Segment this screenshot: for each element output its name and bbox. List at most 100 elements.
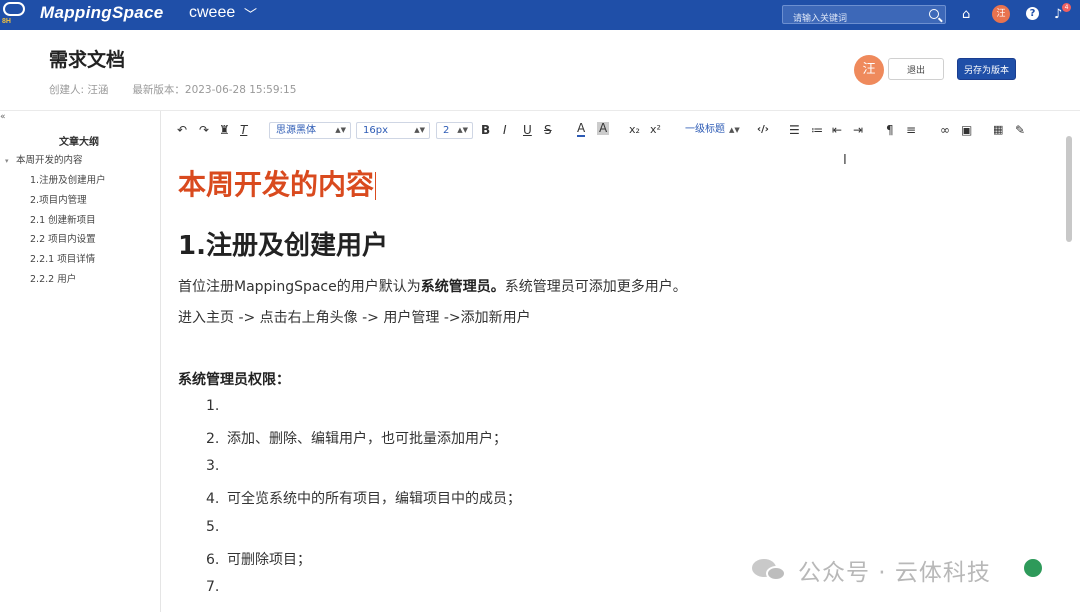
- ordered-list-icon[interactable]: ☰: [789, 122, 800, 138]
- superscript-icon[interactable]: x²: [650, 122, 661, 138]
- section-heading[interactable]: 1.注册及创建用户: [178, 225, 388, 262]
- list-item[interactable]: 4. 可全览系统中的所有项目，编辑项目中的成员；: [206, 488, 521, 508]
- search-icon[interactable]: [929, 9, 939, 19]
- font-family-value: 思源黑体: [276, 125, 316, 136]
- list-number: 4.: [206, 491, 220, 507]
- list-item[interactable]: 3.: [206, 458, 227, 474]
- chevron-down-icon[interactable]: ﹀: [244, 4, 257, 23]
- italic-icon[interactable]: I: [503, 122, 507, 138]
- exit-button[interactable]: 退出: [888, 58, 944, 80]
- search-input[interactable]: [783, 10, 923, 28]
- link-icon[interactable]: ∞: [940, 122, 950, 138]
- text-caret: [375, 172, 377, 200]
- title-heading-text: 本周开发的内容: [178, 168, 375, 201]
- editor-scrollbar[interactable]: [1066, 136, 1072, 242]
- header-divider: [0, 110, 1080, 111]
- outline-title: 文章大纲: [59, 137, 99, 148]
- clean-icon[interactable]: ✎: [1015, 122, 1025, 138]
- page-title: 需求文档: [49, 49, 126, 71]
- permission-title[interactable]: 系统管理员权限：: [178, 369, 290, 389]
- list-number: 3.: [206, 458, 220, 474]
- line-height-select[interactable]: 2 ▲▼: [436, 122, 473, 139]
- code-icon[interactable]: ‹/›: [757, 122, 769, 138]
- list-number: 5.: [206, 519, 220, 535]
- ibeam-cursor-icon: Ⅰ: [843, 153, 847, 168]
- list-number: 1.: [206, 398, 220, 414]
- paragraph[interactable]: 首位注册MappingSpace的用户默认为系统管理员。系统管理员可添加更多用户…: [178, 276, 687, 296]
- top-navbar: 8H MappingSpace cweee ﹀ ⌂ 汪 ? ♪ 4: [0, 0, 1080, 30]
- underline-icon[interactable]: U: [523, 122, 532, 138]
- format-painter-icon[interactable]: ♜: [219, 122, 230, 138]
- bell-icon[interactable]: ♪: [1054, 7, 1062, 23]
- list-text: 可全览系统中的所有项目，编辑项目中的成员；: [227, 491, 521, 507]
- bold-icon[interactable]: B: [481, 122, 490, 138]
- paragraph-text: 首位注册MappingSpace的用户默认为: [178, 279, 421, 295]
- list-number: 6.: [206, 552, 220, 568]
- outline-item[interactable]: 2.2.2 用户: [30, 272, 76, 288]
- table-icon[interactable]: ▦: [993, 122, 1003, 138]
- collapse-sidebar-icon[interactable]: «: [0, 112, 6, 122]
- select-arrow-icon: ▲▼: [729, 126, 740, 134]
- creator-label: 创建人: 汪涵: [49, 84, 109, 96]
- badge-icon: [1022, 557, 1044, 579]
- align-icon[interactable]: ≡: [906, 122, 916, 138]
- list-item[interactable]: 5.: [206, 519, 227, 535]
- project-switcher[interactable]: cweee: [189, 4, 235, 22]
- doc-meta: 创建人: 汪涵 最新版本：2023-06-28 15:59:15: [49, 82, 296, 97]
- list-text: 添加、删除、编辑用户，也可批量添加用户；: [227, 431, 507, 447]
- outline-item[interactable]: 1.注册及创建用户: [30, 173, 106, 189]
- editor-toolbar: ↶ ↷ ♜ T 思源黑体 ▲▼ 16px ▲▼ 2 ▲▼ B I U S A A…: [161, 117, 1080, 143]
- list-text: 可删除项目；: [227, 552, 311, 568]
- save-as-version-button[interactable]: 另存为版本: [957, 58, 1016, 80]
- wechat-icon: [750, 555, 790, 583]
- logo-text[interactable]: MappingSpace: [40, 3, 164, 23]
- logo-icon[interactable]: 8H: [0, 0, 30, 30]
- help-icon[interactable]: ?: [1026, 7, 1039, 20]
- outline-item[interactable]: 2.2 项目内设置: [30, 232, 96, 248]
- paragraph[interactable]: 进入主页 -> 点击右上角头像 -> 用户管理 ->添加新用户: [178, 307, 531, 327]
- font-size-value: 16px: [363, 125, 388, 136]
- select-arrow-icon: ▲▼: [335, 126, 346, 134]
- editor-avatar[interactable]: 汪: [854, 55, 884, 85]
- clear-format-icon[interactable]: T: [240, 122, 247, 138]
- indent-icon[interactable]: ⇥: [853, 122, 863, 138]
- notification-badge: 4: [1062, 3, 1071, 12]
- outline-item[interactable]: 2.项目内管理: [30, 193, 87, 209]
- logo-sub: 8H: [2, 18, 11, 25]
- outdent-icon[interactable]: ⇤: [832, 122, 842, 138]
- undo-icon[interactable]: ↶: [177, 122, 187, 138]
- paragraph-icon[interactable]: ¶: [886, 122, 894, 138]
- redo-icon[interactable]: ↷: [199, 122, 209, 138]
- tree-caret-icon[interactable]: ▾: [5, 157, 9, 165]
- image-icon[interactable]: ▣: [961, 122, 972, 138]
- user-avatar[interactable]: 汪: [992, 5, 1010, 23]
- paragraph-text: 系统管理员可添加更多用户。: [504, 279, 687, 295]
- paragraph-bold: 系统管理员。: [420, 279, 505, 295]
- font-size-select[interactable]: 16px ▲▼: [356, 122, 430, 139]
- highlight-icon[interactable]: A: [597, 122, 610, 135]
- home-icon[interactable]: ⌂: [962, 7, 970, 23]
- list-item[interactable]: 7.: [206, 579, 227, 595]
- subscript-icon[interactable]: x₂: [629, 122, 640, 138]
- heading-select[interactable]: 一级标题 ▲▼: [685, 122, 740, 138]
- select-arrow-icon: ▲▼: [414, 126, 425, 134]
- list-item[interactable]: 1.: [206, 398, 227, 414]
- latest-version-label: 最新版本：2023-06-28 15:59:15: [132, 84, 297, 96]
- list-item[interactable]: 6. 可删除项目；: [206, 549, 311, 569]
- watermark-text: 公众号 · 云体科技: [798, 560, 991, 586]
- outline-item[interactable]: 2.2.1 项目详情: [30, 252, 95, 268]
- outline-item[interactable]: 2.1 创建新项目: [30, 213, 96, 229]
- list-number: 7.: [206, 579, 220, 595]
- search-box[interactable]: [782, 5, 946, 28]
- list-item[interactable]: 2. 添加、删除、编辑用户，也可批量添加用户；: [206, 428, 507, 448]
- editor-content[interactable]: 本周开发的内容 1.注册及创建用户 首位注册MappingSpace的用户默认为…: [161, 145, 1061, 612]
- font-family-select[interactable]: 思源黑体 ▲▼: [269, 122, 351, 139]
- font-color-icon[interactable]: A: [577, 122, 586, 137]
- line-height-value: 2: [443, 125, 450, 136]
- heading-value: 一级标题: [685, 124, 725, 135]
- unordered-list-icon[interactable]: ≔: [811, 122, 823, 138]
- list-number: 2.: [206, 431, 220, 447]
- title-heading[interactable]: 本周开发的内容: [178, 163, 377, 203]
- strikethrough-icon[interactable]: S: [544, 122, 552, 138]
- outline-item[interactable]: 本周开发的内容: [16, 153, 83, 169]
